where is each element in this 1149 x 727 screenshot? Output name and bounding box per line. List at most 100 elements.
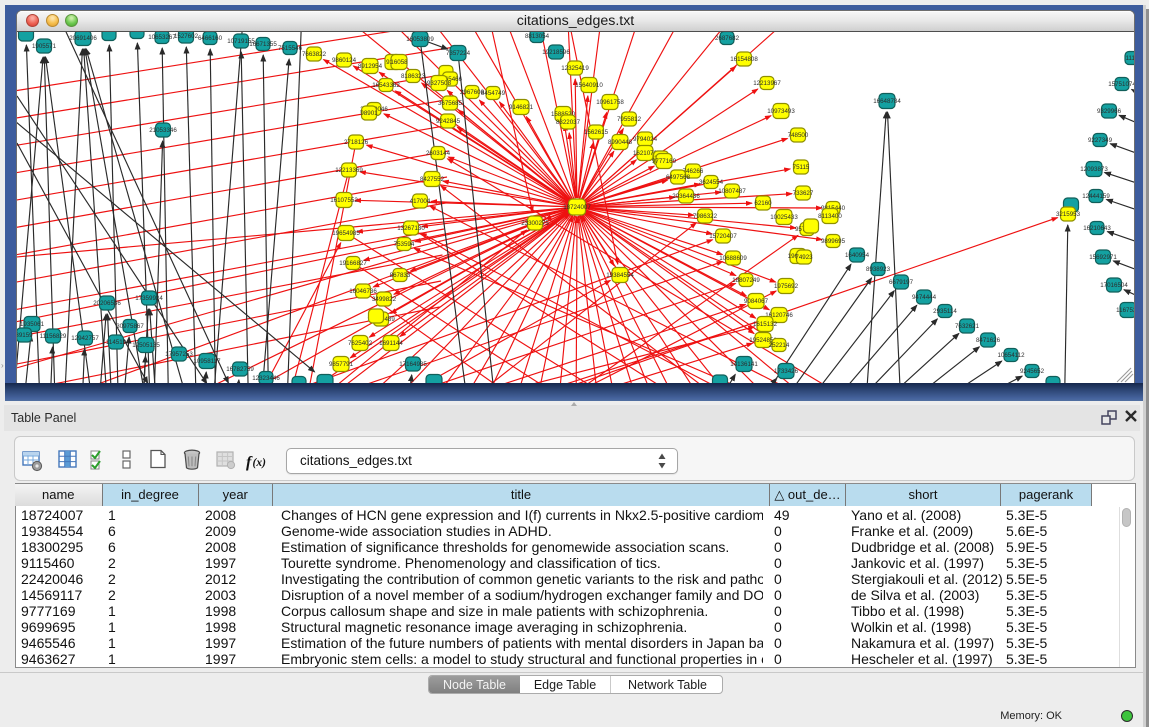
svg-text:8813054: 8813054 — [525, 33, 550, 40]
svg-text:9474444: 9474444 — [912, 294, 937, 301]
svg-text:15751074: 15751074 — [1108, 81, 1134, 88]
svg-text:(x): (x) — [253, 457, 267, 469]
svg-text:10961758: 10961758 — [596, 99, 624, 106]
svg-text:16671355: 16671355 — [249, 41, 277, 48]
svg-text:7986322: 7986322 — [693, 213, 718, 220]
svg-text:6679197: 6679197 — [889, 279, 914, 286]
svg-text:20691406: 20691406 — [69, 35, 97, 42]
svg-text:75115: 75115 — [793, 164, 810, 171]
svg-text:7663822: 7663822 — [302, 51, 327, 58]
svg-text:7632621: 7632621 — [955, 323, 980, 330]
svg-text:10807487: 10807487 — [718, 188, 746, 195]
svg-text:16782759: 16782759 — [226, 366, 254, 373]
svg-text:9245652: 9245652 — [1020, 368, 1045, 375]
svg-text:2935114: 2935114 — [933, 308, 957, 315]
svg-text:10025433: 10025433 — [770, 214, 798, 221]
svg-text:9327508: 9327508 — [427, 80, 452, 87]
svg-text:1527602: 1527602 — [174, 33, 199, 40]
svg-text:13267130: 13267130 — [397, 225, 425, 232]
svg-text:8186323: 8186323 — [401, 73, 426, 80]
svg-text:753594: 753594 — [394, 241, 415, 248]
svg-text:19218596: 19218596 — [542, 49, 570, 56]
svg-text:9084067: 9084067 — [744, 298, 769, 305]
svg-text:1733426: 1733426 — [774, 368, 799, 375]
svg-text:19654985: 19654985 — [332, 230, 360, 237]
svg-text:2718126: 2718126 — [344, 139, 369, 146]
svg-text:1905571: 1905571 — [32, 43, 57, 50]
svg-text:12093873: 12093873 — [1080, 166, 1108, 173]
svg-text:12323446: 12323446 — [252, 375, 280, 382]
svg-text:20206536: 20206536 — [93, 300, 121, 307]
svg-text:8427552: 8427552 — [420, 176, 445, 183]
svg-text:7357224: 7357224 — [446, 50, 471, 57]
svg-text:17016504: 17016504 — [1100, 282, 1128, 289]
svg-text:12444159: 12444159 — [1082, 193, 1110, 200]
svg-text:8113400: 8113400 — [818, 213, 842, 220]
svg-text:8938923: 8938923 — [866, 266, 891, 273]
svg-text:16210643: 16210643 — [1083, 225, 1111, 232]
svg-text:16053809: 16053809 — [406, 36, 434, 43]
svg-text:15720407: 15720407 — [709, 233, 737, 240]
svg-text:16543362: 16543362 — [372, 82, 400, 89]
svg-text:16107552: 16107552 — [330, 197, 358, 204]
svg-text:21053346: 21053346 — [149, 127, 177, 134]
svg-text:417004: 417004 — [410, 198, 431, 205]
svg-text:3215953: 3215953 — [1056, 211, 1081, 218]
svg-text:1935061: 1935061 — [20, 321, 45, 328]
svg-text:252214: 252214 — [769, 342, 790, 349]
svg-text:18807249: 18807249 — [732, 277, 760, 284]
svg-text:14136141: 14136141 — [730, 361, 758, 368]
svg-text:8322037: 8322037 — [556, 119, 581, 126]
svg-text:9777169: 9777169 — [652, 158, 677, 165]
svg-text:23300275: 23300275 — [521, 220, 549, 227]
svg-text:12942757: 12942757 — [71, 335, 99, 342]
svg-text:1562615: 1562615 — [584, 129, 609, 136]
svg-text:39159: 39159 — [17, 332, 33, 339]
svg-text:2603144: 2603144 — [426, 150, 451, 157]
svg-text:3624554: 3624554 — [699, 179, 724, 186]
svg-text:1691144: 1691144 — [379, 340, 403, 347]
svg-text:114519: 114519 — [106, 339, 127, 346]
svg-text:10973493: 10973493 — [767, 108, 795, 115]
svg-text:6497568: 6497568 — [666, 174, 691, 181]
svg-text:1167533: 1167533 — [1116, 307, 1134, 314]
svg-text:7955812: 7955812 — [617, 116, 642, 123]
svg-text:7515546: 7515546 — [278, 45, 303, 52]
svg-text:16058: 16058 — [390, 59, 408, 66]
svg-text:18724007: 18724007 — [563, 204, 591, 211]
svg-text:11156829: 11156829 — [40, 333, 67, 340]
svg-text:98901: 98901 — [360, 110, 378, 117]
svg-text:12213967: 12213967 — [753, 80, 781, 87]
svg-text:74923: 74923 — [795, 254, 813, 261]
svg-text:1112: 1112 — [1126, 55, 1134, 62]
svg-text:12505135: 12505135 — [132, 342, 160, 349]
svg-text:16046736: 16046736 — [349, 288, 377, 295]
svg-text:17359924: 17359924 — [135, 295, 163, 302]
svg-text:6466160: 6466160 — [198, 35, 223, 42]
svg-text:9857791: 9857791 — [329, 361, 354, 368]
svg-text:867833: 867833 — [390, 272, 411, 279]
svg-text:9146821: 9146821 — [509, 104, 534, 111]
svg-text:16154808: 16154808 — [730, 56, 758, 63]
svg-text:10958117: 10958117 — [193, 358, 221, 365]
svg-text:30975867: 30975867 — [116, 323, 144, 330]
svg-text:3675685: 3675685 — [438, 100, 463, 107]
svg-text:16648784: 16648784 — [873, 98, 901, 105]
svg-text:3499822: 3499822 — [372, 296, 397, 303]
svg-text:10654112: 10654112 — [997, 352, 1025, 359]
svg-text:9794024: 9794024 — [633, 136, 658, 143]
svg-text:1615132: 1615132 — [753, 321, 778, 328]
svg-text:1975692: 1975692 — [774, 283, 799, 290]
svg-text:9227349: 9227349 — [1088, 137, 1113, 144]
svg-text:9329966: 9329966 — [1097, 108, 1122, 115]
svg-text:8471626: 8471626 — [976, 337, 1001, 344]
svg-text:10688609: 10688609 — [719, 255, 747, 262]
svg-text:9899695: 9899695 — [821, 238, 846, 245]
svg-text:15692971: 15692971 — [1089, 254, 1117, 261]
svg-text:7625402: 7625402 — [348, 340, 373, 347]
svg-text:748500: 748500 — [788, 132, 809, 139]
svg-text:2687682: 2687682 — [715, 35, 740, 42]
svg-text:17957253: 17957253 — [165, 351, 193, 358]
svg-text:8990448: 8990448 — [608, 139, 633, 146]
svg-text:733627: 733627 — [793, 190, 814, 197]
